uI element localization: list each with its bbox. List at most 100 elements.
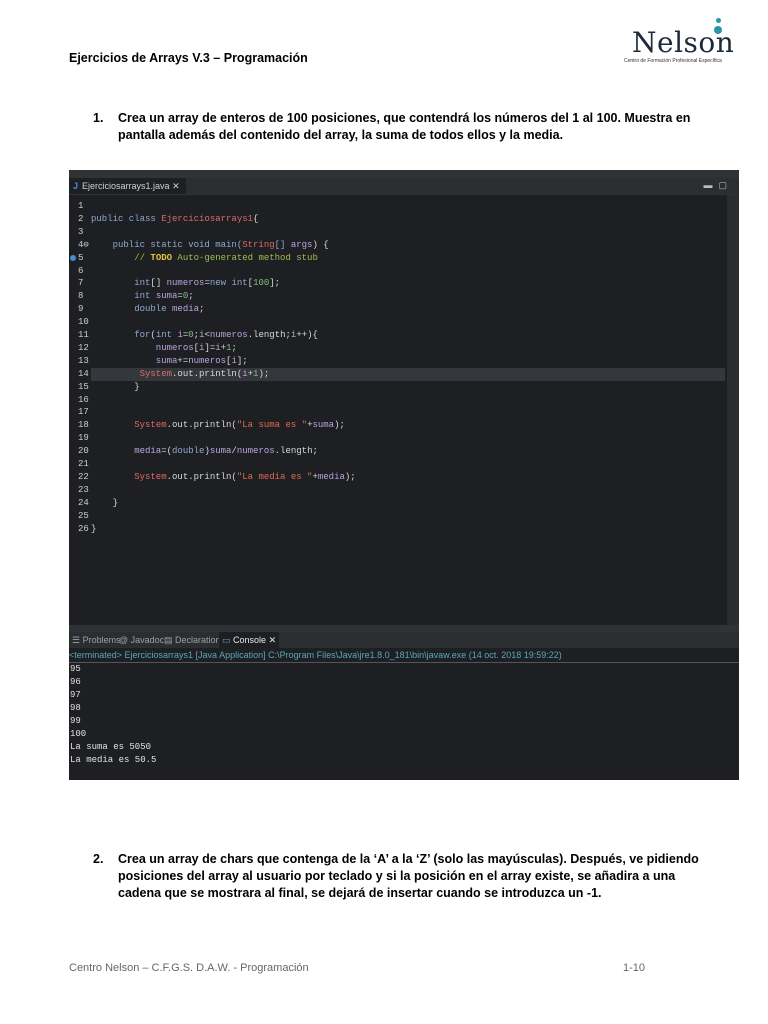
code-line: 2 public class Ejerciciosarrays1{ [69,213,739,226]
code-token: media [172,304,200,315]
code-text: suma+=numeros[i]; [91,355,248,368]
line-number: 1 [78,201,84,211]
code-text: System.out.println("La media es "+media)… [91,471,356,484]
console-line: 98 [70,703,81,713]
line-number: 21 [78,459,89,469]
code-line: 24 } [69,497,739,510]
code-token: numeros [236,446,275,457]
code-line: 26} [69,523,739,536]
code-line: 18 System.out.println("La suma es "+suma… [69,419,739,432]
task-marker-icon [70,254,76,261]
code-token: "La suma es " [236,420,308,431]
code-line: 25 [69,510,739,523]
code-token: TODO [150,252,173,263]
code-line: 7 int[] numeros=new int[100]; [69,277,739,290]
code-line: 13 suma+=numeros[i]; [69,355,739,368]
code-token: .out.println( [166,420,237,431]
code-line: 20 media=(double)suma/numeros.length; [69,445,739,458]
scrollbar[interactable] [727,195,739,625]
code-token: ++){ [296,330,318,340]
code-token: += [177,355,189,366]
code-line: 11 for(int i=0;i<numeros.length;i++){ [69,329,739,342]
line-number: 2 [78,213,84,224]
code-line: 3 [69,226,739,239]
code-token: ); [334,420,345,431]
code-text: System.out.println(i+1); [91,367,725,381]
code-token: System [91,471,167,482]
code-text: public static void main(String[] args) { [91,239,329,252]
window-controls[interactable]: ▬▢ [703,180,733,191]
code-token: suma [155,291,178,302]
code-token: [] [274,239,291,250]
code-line: 6 [69,265,739,278]
line-number: 15 [78,381,89,392]
tab-console[interactable]: ▭ Console ✕ [219,632,280,648]
code-token: String [242,239,275,250]
code-text: int suma=0; [91,290,194,303]
code-token: new int [209,278,248,289]
code-line: 21 [69,458,739,471]
code-text: public class Ejerciciosarrays1{ [91,213,258,226]
console-line: La media es 50.5 [70,755,157,765]
line-number: 23 [78,484,89,495]
code-token: ; [231,342,237,353]
exercise-text: Crea un array de enteros de 100 posicion… [118,111,691,142]
code-token: } [91,523,97,534]
code-token: public static void main( [91,239,243,250]
code-token: ]; [269,278,281,289]
code-line: 19 [69,432,739,445]
page-number: 1-10 [623,962,646,974]
code-token: int [91,291,156,302]
code-line: 1 [69,200,739,213]
code-token: System [91,420,167,431]
exercise-text: Crea un array de chars que contenga de l… [118,852,699,900]
code-line: 10 [69,316,739,329]
code-token: .out.println( [172,368,243,379]
code-editor[interactable]: 1 2 public class Ejerciciosarrays1{3 4⊖ pub… [69,195,739,625]
code-token: .out.println( [166,471,237,482]
line-number: 13 [78,355,89,366]
editor-tab-label: Ejerciciosarrays1.java [82,181,170,191]
code-token: } [91,381,140,392]
code-token: public class [91,213,162,224]
code-line: 15 } [69,381,739,394]
tab-javadoc[interactable]: @ Javadoc [119,632,164,648]
line-number: 25 [78,510,89,521]
terminated-status: <terminated> Ejerciciosarrays1 [Java App… [69,648,739,663]
code-token: ; [188,291,194,302]
line-number: 24 [78,497,89,508]
code-token: { [253,213,259,224]
java-file-icon: J [73,181,79,191]
console-line: 100 [70,729,87,739]
editor-tab[interactable]: J Ejerciciosarrays1.java ✕ [69,178,186,194]
code-token: Auto-generated method stub [172,252,318,263]
code-token: numeros [91,342,194,353]
code-token: int [155,330,178,340]
code-line: 17 [69,406,739,419]
tab-declaration[interactable]: ▤ Declaration [164,632,221,648]
code-token: numeros [209,330,248,340]
code-text: media=(double)suma/numeros.length; [91,445,318,458]
code-token: 100 [253,278,270,289]
code-token: .length; [247,330,291,340]
line-number: 19 [78,433,89,444]
close-icon[interactable]: ✕ [172,181,180,191]
code-token: args [290,239,313,250]
code-token: [] [150,278,167,289]
console-line: 95 [70,664,81,674]
code-line: 5 // TODO Auto-generated method stub [69,252,739,265]
code-text: } [91,523,96,536]
line-number: 6 [78,265,84,276]
line-number: 7 [78,278,84,289]
code-token: .length; [274,446,318,457]
tab-problems[interactable]: ☰ Problems [72,632,121,648]
code-token: int [91,278,151,289]
nelson-logo: Nelson Centro de Formación Profesional E… [622,18,742,68]
line-number: 8 [78,291,84,302]
line-number: 3 [78,226,84,237]
code-token: ); [344,471,356,482]
editor-tab-bar: J Ejerciciosarrays1.java ✕ ▬▢ [69,178,739,194]
code-text: for(int i=0;i<numeros.length;i++){ [91,329,318,342]
code-token: } [91,497,119,508]
code-text: } [91,497,118,510]
